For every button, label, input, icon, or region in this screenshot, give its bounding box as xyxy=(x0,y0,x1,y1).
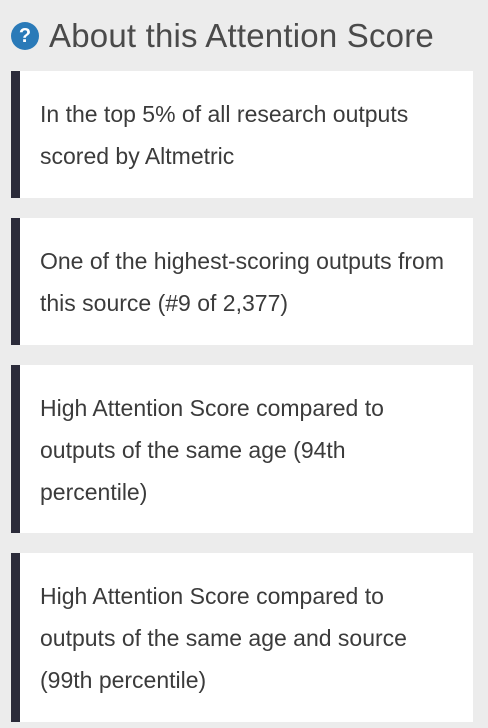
score-context-card: In the top 5% of all research outputs sc… xyxy=(11,71,473,198)
score-header: ? About this Attention Score xyxy=(11,14,434,58)
card-text: High Attention Score compared to outputs… xyxy=(40,395,384,505)
card-text: In the top 5% of all research outputs sc… xyxy=(40,101,409,169)
score-context-card: One of the highest-scoring outputs from … xyxy=(11,218,473,345)
card-text: One of the highest-scoring outputs from … xyxy=(40,248,444,316)
question-circle-icon[interactable]: ? xyxy=(11,22,39,50)
page-title: About this Attention Score xyxy=(49,17,434,54)
score-context-card: High Attention Score compared to outputs… xyxy=(11,365,473,533)
score-context-card: High Attention Score compared to outputs… xyxy=(11,553,473,722)
card-text: High Attention Score compared to outputs… xyxy=(40,583,407,693)
